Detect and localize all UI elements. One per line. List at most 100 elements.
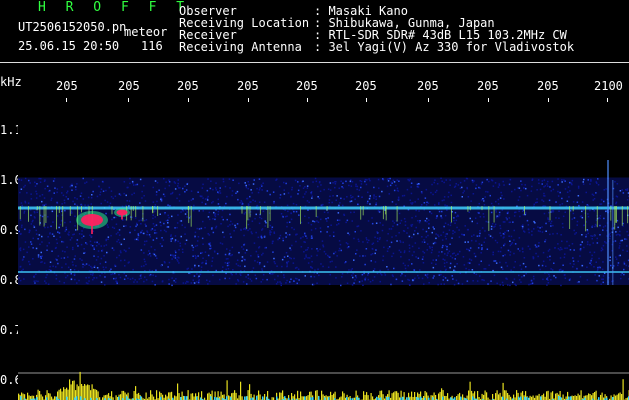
noise-speck [91, 267, 93, 269]
activity-bar [529, 395, 531, 400]
noise-speck [475, 240, 477, 242]
noise-speck [506, 218, 508, 221]
noise-speck [444, 265, 446, 268]
noise-speck [525, 187, 527, 190]
activity-bar [49, 393, 51, 400]
noise-speck [290, 278, 292, 280]
noise-speck [569, 262, 572, 265]
noise-speck [626, 250, 628, 252]
noise-speck [208, 280, 211, 283]
noise-speck [384, 274, 387, 276]
noise-speck [427, 234, 429, 237]
carrier-streak [315, 206, 317, 218]
noise-speck [493, 226, 495, 228]
noise-speck [432, 259, 434, 261]
event-count: 116 [141, 39, 163, 53]
activity-bar [228, 395, 230, 400]
noise-speck [107, 226, 109, 228]
noise-speck [413, 269, 416, 271]
noise-speck [65, 228, 68, 231]
activity-bar [241, 396, 243, 400]
noise-speck [429, 211, 431, 213]
noise-speck [290, 249, 292, 251]
noise-speck [296, 278, 298, 280]
noise-speck [379, 237, 381, 239]
noise-speck [71, 237, 73, 239]
noise-speck [367, 200, 369, 203]
noise-speck [240, 274, 242, 276]
noise-speck [241, 246, 243, 248]
noise-speck [424, 220, 427, 222]
noise-speck [614, 240, 617, 242]
noise-speck [210, 180, 212, 182]
noise-speck [327, 211, 329, 214]
noise-speck [247, 223, 250, 226]
noise-speck [402, 230, 405, 232]
x-tick-mark [488, 98, 489, 102]
noise-speck [23, 212, 25, 214]
noise-speck [285, 182, 287, 185]
noise-speck [397, 198, 400, 200]
noise-speck [524, 184, 526, 186]
noise-speck [587, 232, 589, 235]
noise-speck [55, 274, 58, 276]
noise-speck [73, 273, 76, 275]
noise-speck [453, 219, 455, 222]
noise-speck [76, 243, 78, 245]
noise-speck [566, 240, 568, 243]
noise-speck [133, 192, 135, 194]
noise-speck [88, 280, 90, 282]
noise-speck [53, 235, 55, 237]
noise-speck [241, 201, 243, 204]
noise-speck [322, 244, 324, 246]
activity-bar [42, 396, 44, 400]
noise-speck [599, 234, 601, 236]
noise-speck [426, 201, 428, 204]
activity-bar [249, 384, 251, 400]
noise-speck [263, 235, 266, 238]
noise-speck [305, 235, 307, 237]
noise-speck [497, 203, 500, 205]
noise-speck [537, 230, 540, 232]
noise-speck [602, 244, 605, 247]
noise-speck [73, 269, 76, 271]
noise-speck [74, 255, 76, 257]
noise-speck [320, 230, 322, 233]
noise-speck [282, 237, 284, 240]
noise-speck [224, 185, 227, 188]
noise-speck [577, 195, 580, 197]
noise-speck [364, 255, 367, 257]
noise-speck [314, 269, 316, 271]
noise-speck [381, 229, 384, 232]
noise-speck [474, 255, 477, 258]
noise-speck [306, 187, 309, 189]
noise-speck [563, 256, 566, 259]
noise-speck [58, 280, 61, 283]
noise-speck [412, 279, 414, 282]
noise-speck [245, 276, 247, 278]
noise-speck [34, 217, 36, 219]
activity-base [304, 396, 306, 400]
activity-bar [54, 396, 56, 400]
noise-speck [386, 250, 389, 252]
noise-speck [574, 233, 576, 235]
noise-speck [443, 196, 446, 198]
noise-speck [197, 280, 200, 282]
noise-speck [424, 274, 427, 276]
noise-speck [322, 265, 324, 268]
noise-speck [307, 222, 310, 224]
noise-speck [562, 215, 565, 218]
noise-speck [306, 185, 309, 187]
noise-speck [55, 238, 58, 241]
noise-speck [187, 267, 189, 270]
noise-speck [291, 186, 293, 189]
noise-speck [411, 263, 413, 265]
noise-speck [75, 265, 77, 267]
activity-base [318, 396, 320, 400]
noise-speck [285, 282, 287, 284]
noise-speck [90, 244, 92, 246]
noise-speck [449, 184, 451, 186]
activity-base [140, 396, 142, 400]
noise-speck [585, 233, 588, 236]
noise-speck [515, 284, 517, 287]
